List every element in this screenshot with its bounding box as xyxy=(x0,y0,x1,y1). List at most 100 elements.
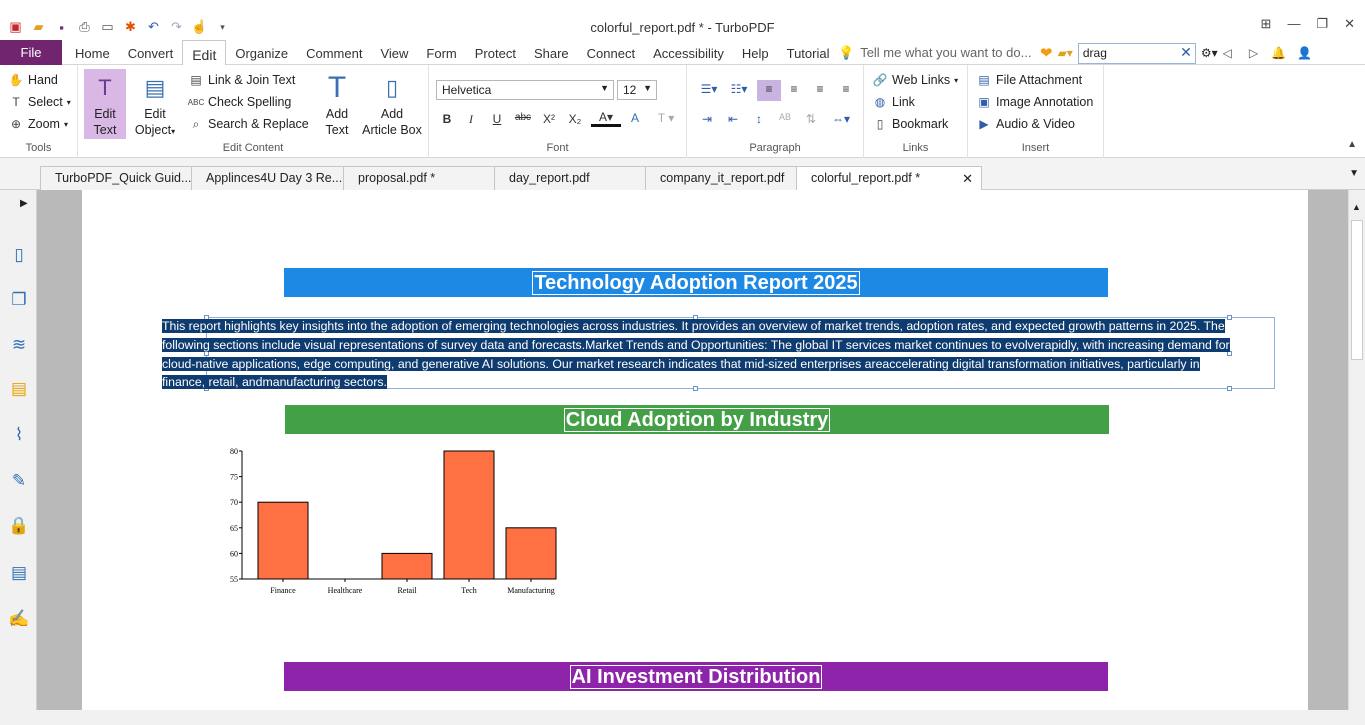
tab-accessibility[interactable]: Accessibility xyxy=(644,40,733,65)
doc-tab-colorful-report[interactable]: colorful_report.pdf * ✕ xyxy=(796,166,982,191)
attachments-icon[interactable]: ⌇ xyxy=(8,424,30,446)
web-links-button[interactable]: 🔗 Web Links ▾ xyxy=(872,72,959,88)
horizontal-scrollbar[interactable] xyxy=(0,710,1365,725)
paragraph-spacing-button[interactable]: ⇅ xyxy=(801,112,821,126)
doc-tab-label: Applinces4U Day 3 Re... xyxy=(206,171,343,185)
italic-button[interactable]: I xyxy=(461,112,481,127)
file-menu-button[interactable]: File xyxy=(0,40,62,65)
layers-icon[interactable]: ≋ xyxy=(8,334,30,356)
doc-tab-quick-guide[interactable]: TurboPDF_Quick Guid... xyxy=(40,166,192,190)
settings-icon[interactable]: ⚙▾ xyxy=(1201,46,1218,60)
tell-me-box[interactable]: 💡 Tell me what you want to do... xyxy=(838,40,1031,65)
tab-comment[interactable]: Comment xyxy=(297,40,371,65)
security-lock-icon[interactable]: 🔒 xyxy=(8,515,30,537)
subscript-button[interactable]: X₂ xyxy=(565,112,585,126)
add-text-button[interactable]: T Add Text xyxy=(318,72,356,138)
search-input[interactable]: drag ✕ xyxy=(1077,42,1196,64)
add-article-box-button[interactable]: ▯ Add Article Box xyxy=(358,72,426,138)
hand-tool[interactable]: ✋ Hand xyxy=(8,72,58,88)
section-title-cloud[interactable]: Cloud Adoption by Industry xyxy=(563,407,831,432)
tab-help[interactable]: Help xyxy=(733,40,778,65)
chart-y-tick-label: 70 xyxy=(230,498,238,507)
content-panel-icon[interactable]: ▤ xyxy=(8,562,30,584)
doc-tab-day-report[interactable]: day_report.pdf xyxy=(494,166,646,190)
search-replace-button[interactable]: ⌕ Search & Replace xyxy=(188,116,309,132)
superscript-button[interactable]: X² xyxy=(539,112,559,126)
doc-tab-applinces4u[interactable]: Applinces4U Day 3 Re... xyxy=(191,166,344,190)
doc-tab-proposal[interactable]: proposal.pdf * xyxy=(343,166,495,190)
previous-icon[interactable]: ◁ xyxy=(1223,46,1232,60)
tab-form[interactable]: Form xyxy=(417,40,465,65)
tab-connect[interactable]: Connect xyxy=(578,40,644,65)
bold-button[interactable]: B xyxy=(437,112,457,126)
web-links-label: Web Links xyxy=(892,73,951,87)
link-button[interactable]: ◍ Link xyxy=(872,94,915,110)
expand-panel-icon[interactable]: ▶ xyxy=(20,198,28,209)
doc-tab-company-it-report[interactable]: company_it_report.pdf xyxy=(645,166,797,190)
check-spelling-button[interactable]: ABC Check Spelling xyxy=(188,94,292,110)
clear-search-icon[interactable]: ✕ xyxy=(1180,44,1192,61)
font-family-select[interactable]: Helvetica ▼ xyxy=(436,80,614,100)
page-title[interactable]: Technology Adoption Report 2025 xyxy=(532,270,860,295)
accessibility-tool-icon[interactable]: ✍ xyxy=(8,608,30,630)
character-scale-button[interactable]: ⇔▾ xyxy=(827,112,855,126)
close-window-icon[interactable]: ✕ xyxy=(1344,16,1355,32)
align-center-button[interactable]: ≡ xyxy=(784,82,804,96)
tab-protect[interactable]: Protect xyxy=(466,40,525,65)
tab-organize[interactable]: Organize xyxy=(226,40,297,65)
edit-object-button[interactable]: ▤ Edit Object▾ xyxy=(130,72,180,140)
comments-icon[interactable]: ▤ xyxy=(8,378,30,400)
align-left-button[interactable]: ≡ xyxy=(757,80,781,101)
scroll-thumb[interactable] xyxy=(1351,220,1363,360)
font-color-button[interactable]: A▾ xyxy=(591,110,621,127)
find-folder-icon[interactable]: ▰▾ xyxy=(1058,46,1073,60)
restore-icon[interactable]: ❐ xyxy=(1316,16,1328,32)
justify-button[interactable]: ≡ xyxy=(836,82,856,96)
close-tab-icon[interactable]: ✕ xyxy=(962,171,973,187)
image-annotation-button[interactable]: ▣ Image Annotation xyxy=(976,94,1093,110)
audio-video-button[interactable]: ▶ Audio & Video xyxy=(976,116,1075,132)
pages-icon[interactable]: ▯ xyxy=(8,244,30,266)
link-join-text-button[interactable]: ▤ Link & Join Text xyxy=(188,72,295,88)
bell-icon[interactable]: 🔔 xyxy=(1271,46,1286,60)
doc-tab-label: proposal.pdf * xyxy=(358,171,436,185)
tab-share[interactable]: Share xyxy=(525,40,578,65)
next-icon[interactable]: ▷ xyxy=(1249,46,1258,60)
font-size-select[interactable]: 12 ▼ xyxy=(617,80,657,100)
line-spacing-button[interactable]: ↕ xyxy=(749,112,769,126)
bookmark-button[interactable]: ▯ Bookmark xyxy=(872,116,949,132)
scroll-up-icon[interactable]: ▲ xyxy=(1352,202,1361,212)
tab-convert[interactable]: Convert xyxy=(119,40,183,65)
decrease-indent-button[interactable]: ⇤ xyxy=(723,112,743,126)
zoom-tool[interactable]: ⊕ Zoom ▾ xyxy=(8,116,68,132)
bullet-list-button[interactable]: ☰▾ xyxy=(697,82,721,96)
ribbon-display-icon[interactable]: ⊞ xyxy=(1261,16,1272,32)
numbered-list-button[interactable]: ☷▾ xyxy=(727,82,751,96)
vertical-scrollbar[interactable]: ▲ xyxy=(1348,190,1365,710)
thumbnails-icon[interactable]: ❐ xyxy=(8,289,30,311)
tab-view[interactable]: View xyxy=(371,40,417,65)
select-tool[interactable]: T Select ▾ xyxy=(8,94,70,110)
tab-edit[interactable]: Edit xyxy=(182,40,227,66)
signatures-icon[interactable]: ✎ xyxy=(8,470,30,492)
minimize-icon[interactable]: — xyxy=(1287,16,1300,32)
increase-indent-button[interactable]: ⇥ xyxy=(697,112,717,126)
collapse-ribbon-icon[interactable]: ▲ xyxy=(1347,139,1357,150)
text-effect-button[interactable]: A xyxy=(625,111,645,125)
lightbulb-icon: 💡 xyxy=(838,44,855,60)
section-title-ai[interactable]: AI Investment Distribution xyxy=(569,664,823,689)
tab-home[interactable]: Home xyxy=(66,40,119,65)
heart-icon[interactable]: ❤ xyxy=(1040,44,1053,62)
tab-list-dropdown-icon[interactable]: ▼ xyxy=(1349,168,1359,179)
align-right-button[interactable]: ≡ xyxy=(810,82,830,96)
file-attachment-button[interactable]: ▤ File Attachment xyxy=(976,72,1082,88)
underline-button[interactable]: U xyxy=(487,112,507,126)
user-icon[interactable]: 👤 xyxy=(1297,46,1312,60)
tab-tutorial[interactable]: Tutorial xyxy=(778,40,839,65)
edit-text-button[interactable]: T Edit Text xyxy=(84,69,126,139)
strikethrough-button[interactable]: abc xyxy=(513,112,533,123)
character-spacing-button[interactable]: T ▾ xyxy=(651,111,681,125)
link-icon: ◍ xyxy=(874,95,886,109)
text-direction-button[interactable]: AB xyxy=(775,112,795,122)
intro-paragraph[interactable]: This report highlights key insights into… xyxy=(162,317,1234,392)
